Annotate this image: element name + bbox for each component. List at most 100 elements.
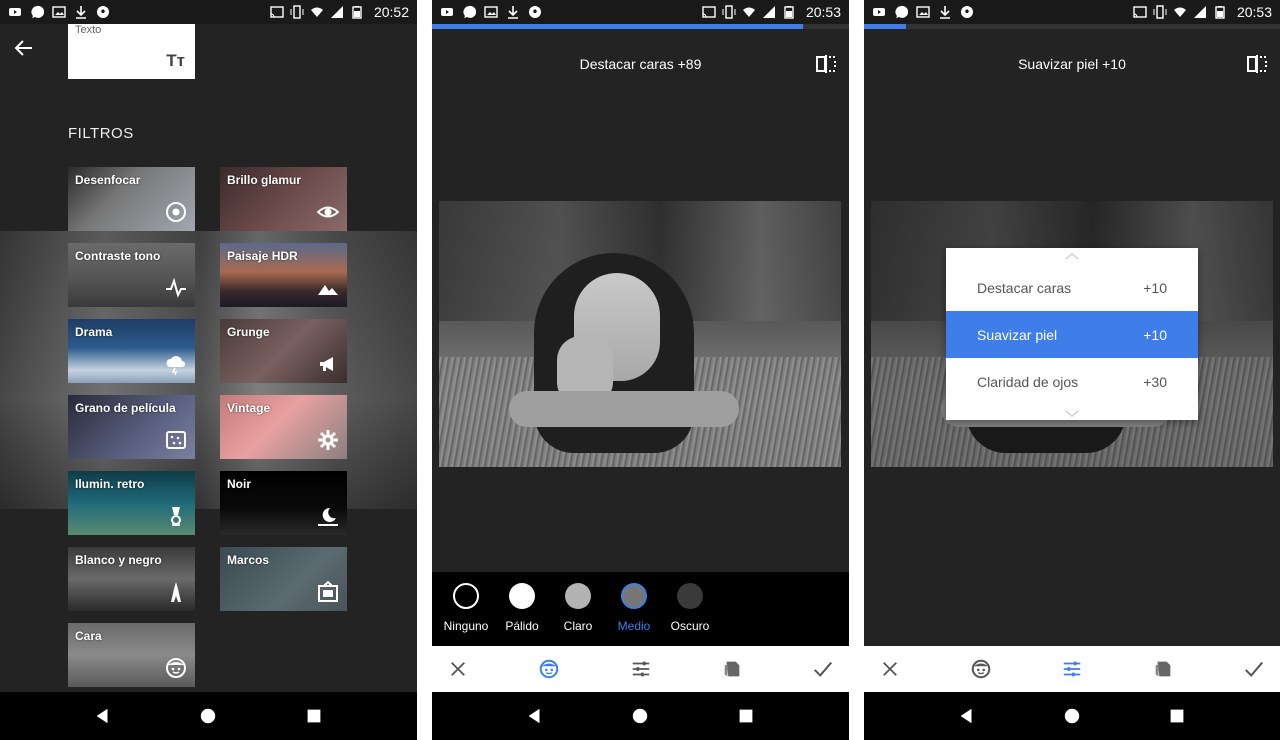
adjust-sliders-icon[interactable] bbox=[629, 657, 653, 681]
film-grain-icon bbox=[165, 429, 187, 451]
menu-item-label: Suavizar piel bbox=[977, 326, 1058, 343]
wifi-icon bbox=[310, 5, 324, 19]
filter-tile[interactable]: Paisaje HDR bbox=[220, 243, 347, 307]
cancel-icon[interactable] bbox=[446, 657, 470, 681]
megaphone-icon bbox=[317, 353, 339, 375]
status-bar: 20:52 bbox=[0, 0, 417, 24]
menu-item-label: Claridad de ojos bbox=[977, 373, 1079, 390]
cast-icon bbox=[1133, 5, 1147, 19]
filter-label: Ilumin. retro bbox=[75, 477, 145, 491]
android-nav-bar bbox=[0, 692, 417, 740]
skin-tone-swatch bbox=[621, 583, 647, 609]
signal-icon bbox=[330, 5, 344, 19]
skin-tone-selector: Ninguno Pálido Claro Medio Oscuro bbox=[432, 572, 849, 646]
android-nav-bar bbox=[864, 692, 1280, 740]
eiffel-tower-icon bbox=[165, 581, 187, 603]
skin-tone-option[interactable]: Pálido bbox=[494, 572, 550, 646]
nav-back-icon[interactable] bbox=[955, 704, 979, 728]
status-clock: 20:53 bbox=[1236, 4, 1272, 20]
filter-label: Paisaje HDR bbox=[227, 249, 298, 263]
compare-icon[interactable] bbox=[1246, 54, 1268, 74]
nav-home-icon[interactable] bbox=[196, 704, 220, 728]
filter-label: Contraste tono bbox=[75, 249, 161, 263]
flower-icon bbox=[317, 429, 339, 451]
adjustment-title: Destacar caras +89 bbox=[579, 56, 702, 72]
filter-tile[interactable]: Marcos bbox=[220, 547, 347, 611]
apply-check-icon[interactable] bbox=[1242, 657, 1266, 681]
menu-item-label: Destacar caras bbox=[977, 279, 1072, 296]
skin-tone-option[interactable]: Claro bbox=[550, 572, 606, 646]
gallery-icon bbox=[484, 5, 498, 19]
menu-item[interactable]: Destacar caras +10 bbox=[946, 264, 1198, 311]
filter-tile[interactable]: Desenfocar bbox=[68, 167, 195, 231]
android-nav-bar bbox=[432, 692, 849, 740]
skin-tone-option[interactable]: Ninguno bbox=[438, 572, 494, 646]
adjustment-progress-bar bbox=[864, 24, 1280, 29]
signal-icon bbox=[762, 5, 776, 19]
face-selector-icon[interactable] bbox=[969, 657, 993, 681]
filter-tile[interactable]: Ilumin. retro bbox=[68, 471, 195, 535]
edit-toolbar bbox=[432, 646, 849, 692]
background-photo bbox=[0, 231, 417, 509]
messenger-icon bbox=[30, 5, 44, 19]
filter-label: Cara bbox=[75, 629, 102, 643]
nav-recents-icon[interactable] bbox=[302, 704, 326, 728]
filter-tile[interactable]: Grunge bbox=[220, 319, 347, 383]
nav-back-icon[interactable] bbox=[523, 704, 547, 728]
progress-fill bbox=[864, 24, 906, 29]
vibrate-icon bbox=[1153, 5, 1167, 19]
soccer-icon bbox=[960, 5, 974, 19]
chevron-down-icon[interactable] bbox=[946, 405, 1198, 421]
filter-label: Drama bbox=[75, 325, 113, 339]
nav-home-icon[interactable] bbox=[1060, 704, 1084, 728]
filter-tile[interactable]: Blanco y negro bbox=[68, 547, 195, 611]
text-tool-card[interactable]: Texto Tт bbox=[68, 24, 195, 79]
filter-label: Vintage bbox=[227, 401, 271, 415]
storm-cloud-icon bbox=[165, 353, 187, 376]
messenger-icon bbox=[894, 5, 908, 19]
adjustment-title: Suavizar piel +10 bbox=[1018, 56, 1126, 72]
nav-home-icon[interactable] bbox=[628, 704, 652, 728]
skin-tone-option[interactable]: Oscuro bbox=[662, 572, 718, 646]
face-selector-icon[interactable] bbox=[537, 657, 561, 681]
filter-tile[interactable]: Drama bbox=[68, 319, 195, 383]
cancel-icon[interactable] bbox=[878, 657, 902, 681]
filter-tile[interactable]: Brillo glamur bbox=[220, 167, 347, 231]
section-title: FILTROS bbox=[68, 125, 134, 142]
skin-tone-option[interactable]: Medio bbox=[606, 572, 662, 646]
nav-back-icon[interactable] bbox=[91, 704, 115, 728]
filter-label: Noir bbox=[227, 477, 251, 491]
target-icon bbox=[165, 201, 187, 223]
styles-icon[interactable] bbox=[720, 657, 744, 681]
mountain-icon bbox=[317, 277, 339, 299]
filter-tile[interactable]: Noir bbox=[220, 471, 347, 535]
apply-check-icon[interactable] bbox=[811, 657, 835, 681]
menu-item[interactable]: Claridad de ojos +30 bbox=[946, 358, 1198, 405]
skin-tone-swatch bbox=[565, 583, 591, 609]
status-bar: 20:53 bbox=[864, 0, 1280, 24]
filter-tile[interactable]: Cara bbox=[68, 623, 195, 687]
skin-tone-label: Claro bbox=[563, 619, 593, 633]
nav-recents-icon[interactable] bbox=[734, 704, 758, 728]
filter-label: Grano de película bbox=[75, 401, 176, 415]
chevron-up-icon[interactable] bbox=[946, 248, 1198, 264]
filter-tile[interactable]: Vintage bbox=[220, 395, 347, 459]
menu-item-value: +10 bbox=[1143, 326, 1167, 343]
gallery-icon bbox=[916, 5, 930, 19]
filter-tile[interactable]: Grano de película bbox=[68, 395, 195, 459]
frame-icon bbox=[317, 580, 339, 603]
adjustment-menu: Destacar caras +10 Suavizar piel +10 Clarida… bbox=[946, 248, 1198, 420]
battery-icon bbox=[782, 5, 796, 19]
youtube-icon bbox=[8, 5, 22, 19]
adjust-sliders-icon[interactable] bbox=[1060, 657, 1084, 681]
skin-tone-label: Pálido bbox=[505, 619, 539, 633]
compare-icon[interactable] bbox=[815, 54, 837, 74]
download-icon bbox=[74, 5, 88, 19]
text-size-icon: Tт bbox=[166, 51, 185, 70]
styles-icon[interactable] bbox=[1151, 657, 1175, 681]
filter-tile[interactable]: Contraste tono bbox=[68, 243, 195, 307]
menu-item[interactable]: Suavizar piel +10 bbox=[946, 311, 1198, 358]
back-arrow-icon[interactable] bbox=[12, 36, 36, 60]
nav-recents-icon[interactable] bbox=[1165, 704, 1189, 728]
text-tool-label: Texto bbox=[75, 24, 102, 36]
